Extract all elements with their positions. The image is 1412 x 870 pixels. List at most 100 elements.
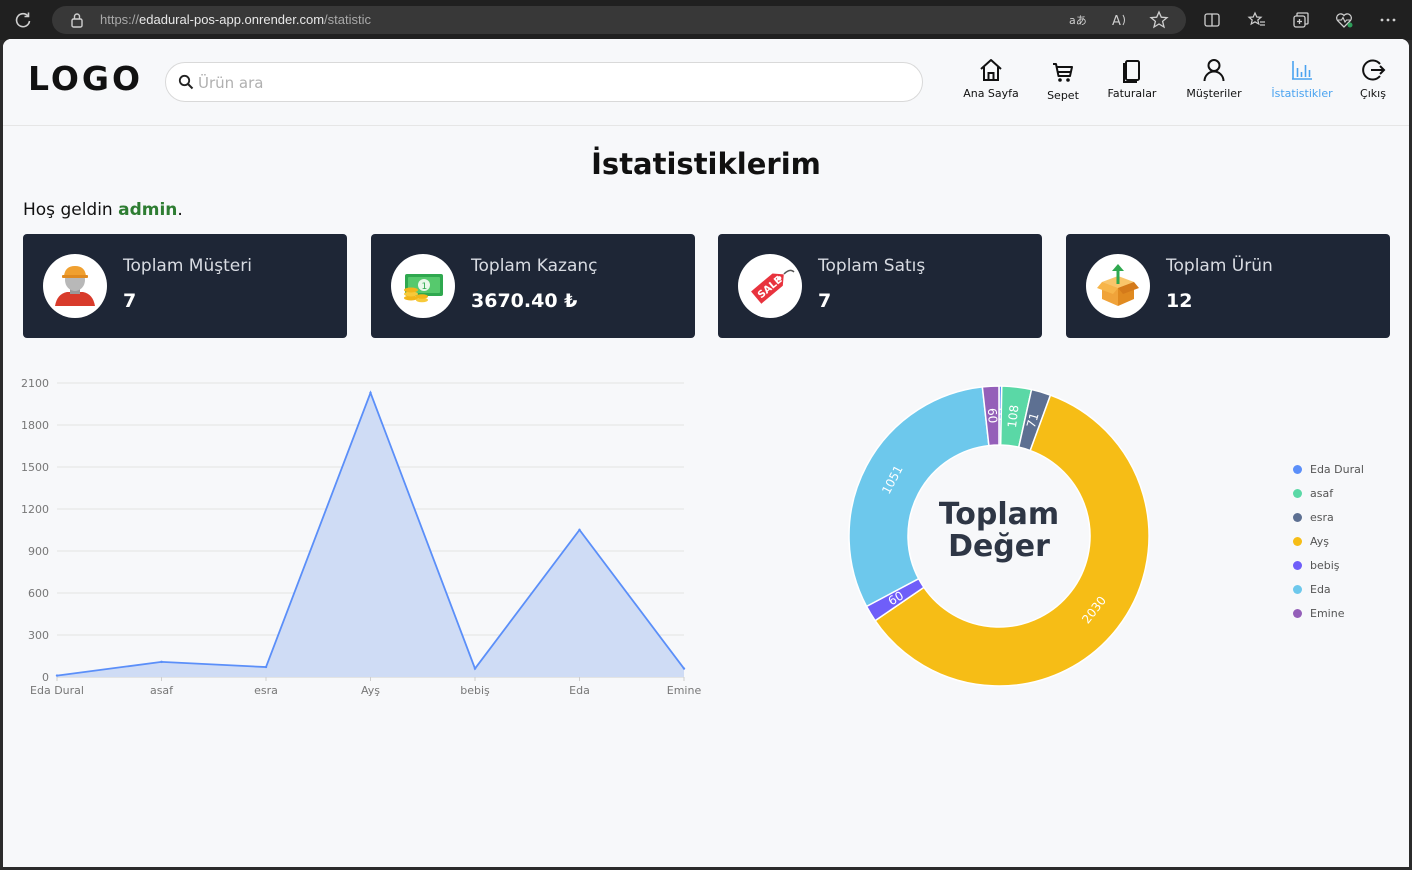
read-aloud-icon[interactable]: A bbox=[1109, 10, 1129, 30]
search-input[interactable] bbox=[198, 71, 898, 95]
split-screen-icon[interactable] bbox=[1202, 10, 1222, 30]
y-tick-label: 600 bbox=[28, 587, 49, 600]
more-options-icon[interactable] bbox=[1378, 10, 1398, 30]
collections-icon[interactable] bbox=[1291, 10, 1311, 30]
welcome-username: admin bbox=[118, 200, 178, 220]
url-prefix: https:// bbox=[100, 12, 140, 27]
card-value: 12 bbox=[1166, 290, 1193, 312]
nav-ana-sayfa[interactable]: Ana Sayfa bbox=[961, 57, 1021, 107]
y-tick-label: 0 bbox=[42, 671, 49, 684]
x-tick-label: Eda Dural bbox=[30, 684, 84, 697]
logo[interactable]: LOGO bbox=[28, 59, 143, 98]
nav-musteriler[interactable]: Müşteriler bbox=[1183, 57, 1245, 107]
data-point bbox=[160, 660, 163, 664]
heartbeat-icon[interactable] bbox=[1334, 10, 1354, 30]
data-point bbox=[682, 667, 686, 670]
stat-card-earnings: 1 Toplam Kazanç 3670.40 ₺ bbox=[371, 234, 695, 338]
legend-item[interactable]: esra bbox=[1293, 505, 1364, 529]
card-label: Toplam Satış bbox=[818, 256, 926, 276]
box-icon bbox=[1086, 254, 1150, 318]
x-tick-label: bebiş bbox=[460, 684, 490, 697]
url-path: /statistic bbox=[324, 12, 372, 27]
y-tick-label: 1800 bbox=[21, 419, 49, 432]
stat-card-products: Toplam Ürün 12 bbox=[1066, 234, 1390, 338]
legend-label: Eda bbox=[1310, 582, 1331, 596]
nav-label: İstatistikler bbox=[1271, 87, 1333, 100]
nav-label: Çıkış bbox=[1360, 87, 1386, 100]
legend-color-dot bbox=[1293, 488, 1302, 498]
svg-text:aあ: aあ bbox=[1069, 14, 1087, 27]
sale-tag-icon: SALE bbox=[738, 254, 802, 318]
y-tick-label: 1200 bbox=[21, 503, 49, 516]
x-tick-label: asaf bbox=[150, 684, 174, 697]
legend-item[interactable]: Emine bbox=[1293, 601, 1364, 625]
favorites-icon[interactable] bbox=[1247, 10, 1267, 30]
nav-faturalar[interactable]: Faturalar bbox=[1103, 57, 1161, 107]
legend-item[interactable]: Ayş bbox=[1293, 529, 1364, 553]
x-tick-label: Emine bbox=[667, 684, 702, 697]
url-host: edadural-pos-app.onrender.com bbox=[139, 12, 325, 27]
slice-label: 60 bbox=[985, 408, 1000, 424]
card-label: Toplam Ürün bbox=[1166, 256, 1273, 276]
legend-item[interactable]: asaf bbox=[1293, 481, 1364, 505]
home-icon bbox=[980, 59, 1002, 81]
legend-color-dot bbox=[1293, 584, 1302, 594]
y-tick-label: 900 bbox=[28, 545, 49, 558]
x-tick-label: Ayş bbox=[361, 684, 380, 697]
donut-center-label-line2: Değer bbox=[948, 529, 1050, 564]
invoice-icon bbox=[1123, 60, 1140, 83]
translate-icon[interactable]: aあ bbox=[1068, 10, 1088, 30]
money-icon: 1 bbox=[391, 254, 455, 318]
y-tick-label: 300 bbox=[28, 629, 49, 642]
legend-color-dot bbox=[1293, 608, 1302, 618]
welcome-message: Hoş geldin admin. bbox=[23, 200, 183, 220]
nav-istatistikler[interactable]: İstatistikler bbox=[1267, 57, 1337, 107]
stat-card-customers: Toplam Müşteri 7 bbox=[23, 234, 347, 338]
area-chart: 0 300 600 900 1200 1500 1800 2100 Eda Dural asaf e… bbox=[21, 377, 702, 697]
legend-label: bebiş bbox=[1310, 558, 1340, 572]
chart-legend: Eda Dural asaf esra Ayş bebiş Eda Emine bbox=[1293, 457, 1364, 625]
nav-cikis[interactable]: Çıkış bbox=[1356, 57, 1390, 107]
nav-sepet[interactable]: Sepet bbox=[1043, 57, 1083, 107]
donut-chart: 10108 71203060105160ToplamDeğer bbox=[848, 385, 1150, 687]
reload-icon[interactable] bbox=[14, 11, 34, 31]
bar-chart-icon bbox=[1292, 61, 1312, 80]
user-avatar-icon bbox=[43, 254, 107, 318]
legend-item[interactable]: bebiş bbox=[1293, 553, 1364, 577]
data-point bbox=[473, 667, 477, 670]
page: LOGO Ana Sayfa Sepet Faturalar Müşterile… bbox=[3, 39, 1409, 867]
nav-label: Müşteriler bbox=[1186, 87, 1242, 100]
welcome-prefix: Hoş geldin bbox=[23, 200, 119, 220]
browser-toolbar: https://edadural-pos-app.onrender.com/st… bbox=[0, 0, 1412, 40]
card-value: 7 bbox=[818, 290, 832, 312]
user-icon bbox=[1203, 59, 1225, 82]
lock-icon bbox=[70, 12, 84, 28]
favorite-star-icon[interactable] bbox=[1149, 10, 1169, 30]
legend-item[interactable]: Eda Dural bbox=[1293, 457, 1364, 481]
address-bar[interactable]: https://edadural-pos-app.onrender.com/st… bbox=[52, 6, 1186, 34]
x-tick-label: esra bbox=[254, 684, 278, 697]
legend-item[interactable]: Eda bbox=[1293, 577, 1364, 601]
data-point bbox=[578, 528, 581, 532]
header: LOGO Ana Sayfa Sepet Faturalar Müşterile… bbox=[3, 39, 1409, 126]
donut-center-label-line1: Toplam bbox=[939, 497, 1059, 532]
slice-label: 108 bbox=[1005, 404, 1022, 428]
nav-label: Faturalar bbox=[1107, 87, 1157, 100]
legend-color-dot bbox=[1293, 560, 1302, 570]
url-text[interactable]: https://edadural-pos-app.onrender.com/st… bbox=[100, 12, 371, 27]
card-label: Toplam Kazanç bbox=[471, 256, 598, 276]
legend-label: asaf bbox=[1310, 486, 1334, 500]
nav-label: Sepet bbox=[1047, 89, 1079, 102]
cart-icon bbox=[1053, 63, 1073, 82]
svg-text:A: A bbox=[1112, 14, 1121, 29]
y-tick-label: 1500 bbox=[21, 461, 49, 474]
search-bar[interactable] bbox=[165, 62, 923, 102]
nav-label: Ana Sayfa bbox=[963, 87, 1019, 100]
data-point bbox=[264, 665, 268, 669]
legend-label: Eda Dural bbox=[1310, 462, 1364, 476]
search-icon bbox=[178, 74, 194, 90]
logout-icon bbox=[1362, 59, 1386, 81]
page-title: İstatistiklerim bbox=[591, 147, 821, 181]
data-point bbox=[55, 674, 59, 677]
legend-color-dot bbox=[1293, 512, 1302, 522]
